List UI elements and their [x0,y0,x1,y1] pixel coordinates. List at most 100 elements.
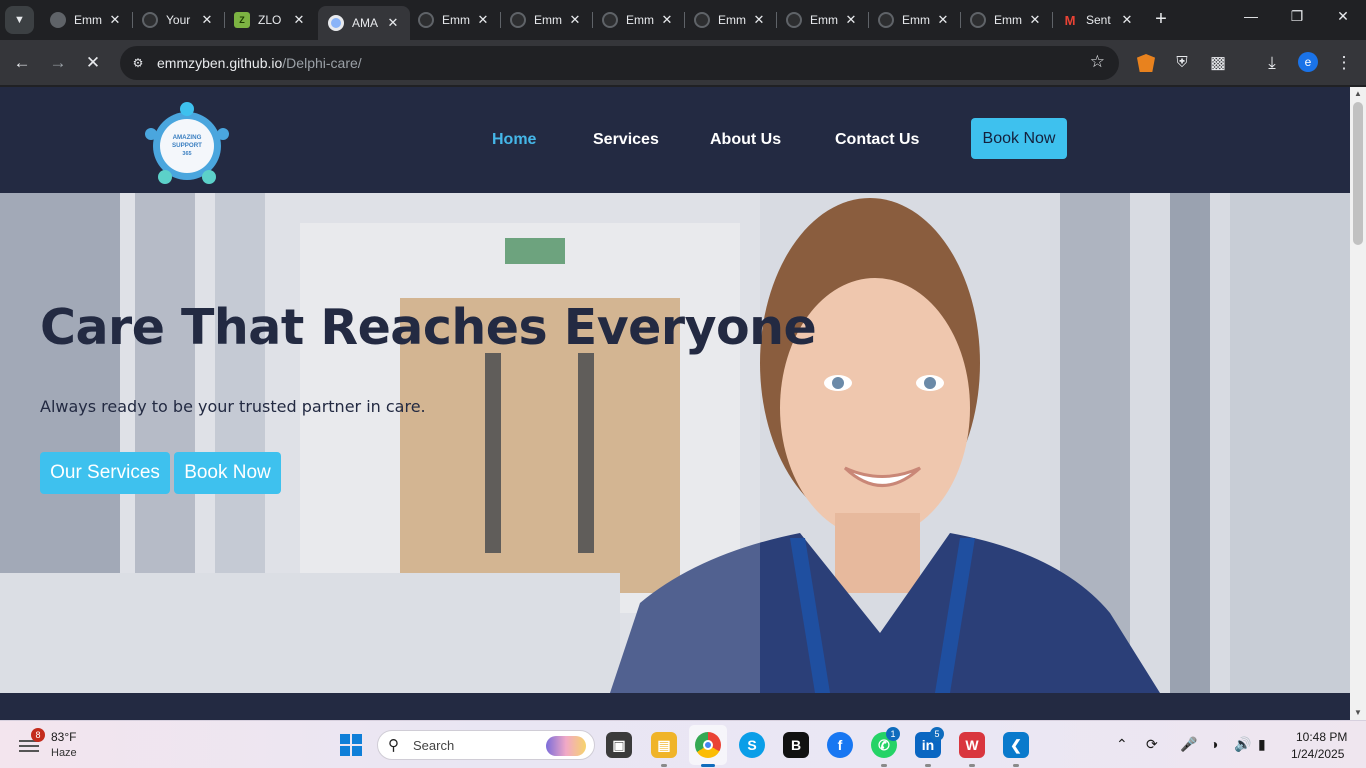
logo-text-line2: SUPPORT [172,142,202,149]
nav-contact-link[interactable]: Contact Us [835,131,919,149]
scroll-thumb[interactable] [1353,102,1363,245]
close-icon[interactable]: ✕ [568,12,582,28]
hero-book-now-button[interactable]: Book Now [174,452,281,494]
wps-office-icon[interactable]: W [959,732,985,758]
tab-8[interactable]: Emm ✕ [776,6,868,34]
tab-2[interactable]: Z ZLO ✕ [224,6,316,34]
hero-title: Care That Reaches Everyone [40,299,817,356]
clock-date[interactable]: 1/24/2025 [1291,747,1344,761]
site-info-icon[interactable]: ⚙ [128,53,148,73]
close-icon[interactable]: ✕ [1120,12,1134,28]
close-icon[interactable]: ✕ [108,12,122,28]
close-icon[interactable]: ✕ [1028,12,1042,28]
extensions-button[interactable]: ▩ [1207,52,1229,74]
linkedin-badge: 5 [930,727,944,741]
github-icon [418,12,434,28]
facebook-icon[interactable]: f [827,732,853,758]
our-services-button[interactable]: Our Services [40,452,170,494]
nav-home-link[interactable]: Home [492,131,536,149]
minimize-button[interactable]: — [1240,8,1262,24]
bolt-app-icon[interactable]: B [783,732,809,758]
search-icon: ⚲ [388,737,399,754]
puzzle-icon: ▩ [1209,53,1227,72]
close-icon[interactable]: ✕ [200,12,214,28]
downloads-button[interactable]: ⤓ [1261,52,1283,74]
vscode-icon[interactable]: ❮ [1003,732,1029,758]
restore-button[interactable]: ❐ [1286,8,1308,25]
weather-temperature[interactable]: 83°F [51,730,76,744]
taskbar-search-box[interactable]: ⚲ Search [377,730,595,760]
tab-title: Sent [1086,13,1111,27]
forward-button[interactable]: → [47,52,69,74]
close-icon[interactable]: ✕ [752,12,766,28]
logo-text-line3: 365 [182,151,191,157]
tab-title: Emm [810,13,838,27]
close-icon[interactable]: ✕ [844,12,858,28]
sync-icon[interactable]: ⟳ [1146,736,1158,753]
tab-5[interactable]: Emm ✕ [500,6,592,34]
task-view-icon[interactable]: ▣ [606,732,632,758]
microphone-icon[interactable]: 🎤 [1180,736,1197,753]
minimize-icon: — [1244,8,1258,24]
tab-title: Emm [626,13,654,27]
tab-title: Emm [718,13,746,27]
chrome-icon[interactable] [695,732,721,758]
file-explorer-icon[interactable]: ▤ [651,732,677,758]
clock-time[interactable]: 10:48 PM [1296,730,1347,744]
skype-icon[interactable]: S [739,732,765,758]
arrow-left-icon: ← [13,53,31,72]
tab-title: ZLO [258,13,282,27]
volume-icon[interactable]: 🔊 [1234,736,1251,753]
tab-6[interactable]: Emm ✕ [592,6,684,34]
url-text[interactable]: emmzyben.github.io/Delphi-care/ [157,55,362,71]
plus-icon: + [1155,8,1167,30]
tab-search-button[interactable]: ▼ [5,6,34,34]
tab-title: Emm [74,13,102,27]
profile-avatar[interactable]: e [1298,52,1318,72]
nav-about-link[interactable]: About Us [710,131,781,149]
close-icon[interactable]: ✕ [476,12,490,28]
gmail-icon: M [1064,12,1076,28]
tab-3-active[interactable]: AMA ✕ [318,6,410,40]
tab-10[interactable]: Emm ✕ [960,6,1052,34]
tab-11[interactable]: M Sent ✕ [1052,6,1144,34]
hero-subtitle: Always ready to be your trusted partner … [40,397,426,416]
close-icon[interactable]: ✕ [936,12,950,28]
amazing-support-logo[interactable]: AMAZING SUPPORT 365 [145,102,229,186]
tab-7[interactable]: Emm ✕ [684,6,776,34]
github-icon [878,12,894,28]
github-icon [970,12,986,28]
address-bar[interactable]: ⚙ emmzyben.github.io/Delphi-care/ ☆ [120,46,1119,80]
scroll-down-arrow-icon[interactable]: ▼ [1350,706,1366,720]
github-icon [602,12,618,28]
chrome-menu-button[interactable]: ⋮ [1333,52,1355,74]
tab-9[interactable]: Emm ✕ [868,6,960,34]
scroll-up-arrow-icon[interactable]: ▲ [1350,87,1366,101]
nav-services-link[interactable]: Services [593,131,659,149]
page-scrollbar[interactable]: ▲ ▼ [1350,87,1366,720]
bookmark-star-icon[interactable]: ☆ [1090,52,1105,72]
logo-text-line1: AMAZING [173,134,202,141]
weather-condition[interactable]: Haze [51,747,77,759]
close-window-button[interactable]: ✕ [1332,8,1354,25]
back-button[interactable]: ← [11,52,33,74]
new-tab-button[interactable]: + [1150,8,1172,30]
tab-4[interactable]: Emm ✕ [408,6,500,34]
close-icon[interactable]: ✕ [660,12,674,28]
tray-overflow-chevron-icon[interactable]: ⌃ [1116,736,1128,753]
close-icon[interactable]: ✕ [292,12,306,28]
zlo-icon: Z [234,12,250,28]
nav-book-now-button[interactable]: Book Now [971,118,1067,159]
shield-extension-button[interactable]: ⛨ [1171,52,1193,74]
windows-start-button[interactable] [340,734,362,756]
close-icon[interactable]: ✕ [386,15,400,31]
close-icon: ✕ [1337,8,1349,24]
tab-1[interactable]: Your ✕ [132,6,224,34]
metamask-fox-icon[interactable] [1137,54,1155,72]
windows-taskbar: 8 83°F Haze ⚲ Search ▣ ▤ S B f ✆ 1 in 5 … [0,720,1366,768]
battery-icon[interactable]: ▮ [1258,736,1266,753]
github-icon [694,12,710,28]
wifi-icon[interactable]: ◑ [1210,736,1218,752]
tab-0[interactable]: Emm ✕ [40,6,132,34]
stop-loading-button[interactable]: ✕ [82,52,104,74]
